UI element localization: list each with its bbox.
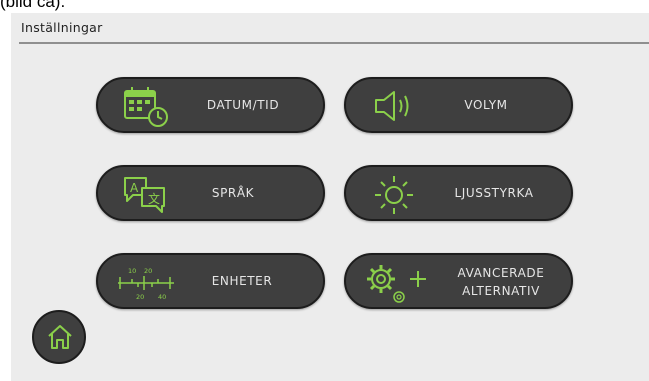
ruler-bottom-20: 20 bbox=[136, 293, 144, 301]
svg-text:文: 文 bbox=[148, 191, 160, 206]
volym-button[interactable]: VOLYM bbox=[344, 77, 573, 133]
avancerade-label: AVANCERADE bbox=[457, 266, 545, 280]
translate-icon: A 文 bbox=[124, 177, 165, 213]
datum-tid-label: DATUM/TID bbox=[206, 98, 280, 112]
alternativ-label: ALTERNATIV bbox=[462, 284, 540, 298]
caption-text: (bild ca). bbox=[0, 0, 66, 11]
svg-text:A: A bbox=[130, 181, 139, 195]
ljusstyrka-label: LJUSSTYRKA bbox=[454, 186, 534, 200]
avancerade-alternativ-button[interactable]: AVANCERADE ALTERNATIV bbox=[344, 253, 573, 309]
sprak-label: SPRÅK bbox=[211, 186, 255, 200]
sprak-button[interactable]: A 文 SPRÅK bbox=[96, 165, 325, 221]
ruler-top-10: 10 bbox=[128, 267, 136, 275]
volym-label: VOLYM bbox=[464, 98, 508, 112]
ljusstyrka-button[interactable]: LJUSSTYRKA bbox=[344, 165, 573, 221]
sun-icon bbox=[375, 176, 413, 214]
home-button[interactable] bbox=[32, 310, 86, 364]
home-icon bbox=[48, 325, 72, 349]
ruler-top-20: 20 bbox=[144, 267, 152, 275]
ruler-bottom-40: 40 bbox=[158, 293, 166, 301]
gears-plus-icon bbox=[367, 265, 426, 303]
enheter-button[interactable]: 10 20 20 40 ENHETER bbox=[96, 253, 325, 309]
page-title: Inställningar bbox=[21, 20, 103, 35]
speaker-icon bbox=[375, 91, 409, 121]
calendar-clock-icon bbox=[124, 87, 168, 127]
datum-tid-button[interactable]: DATUM/TID bbox=[96, 77, 325, 133]
header-divider bbox=[19, 42, 649, 44]
enheter-label: ENHETER bbox=[211, 274, 273, 288]
ruler-units-icon: 10 20 20 40 bbox=[118, 267, 174, 301]
